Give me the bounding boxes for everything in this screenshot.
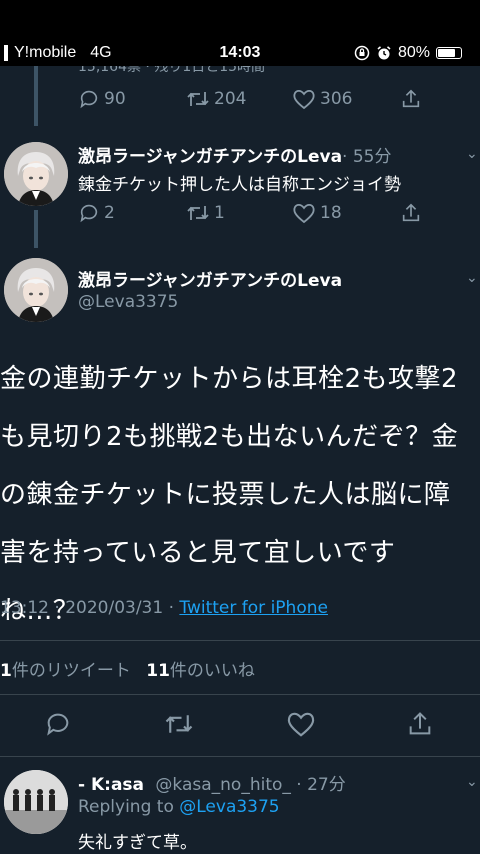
reply-count: 90 xyxy=(104,89,126,109)
likes-stat[interactable]: 11件のいいね xyxy=(146,661,255,681)
prev-tweet-actions: 90 204 306 xyxy=(78,88,478,112)
divider xyxy=(0,640,480,641)
reply-handle-time: @kasa_no_hito_ · 27分 xyxy=(155,775,346,795)
reply-author[interactable]: - K:asa @kasa_no_hito_ · 27分 xyxy=(78,770,346,795)
poll-summary: 15,164票 · 残り1日と15時間 xyxy=(78,66,266,74)
reply-icon xyxy=(47,713,69,736)
chevron-down-icon[interactable]: ⌄ xyxy=(466,270,478,286)
status-bar-content: Y!mobile 4G 14:03 80% xyxy=(0,44,480,66)
retweet-icon xyxy=(187,92,209,106)
retweet-count: 204 xyxy=(214,89,247,109)
retweet-button[interactable]: 1 xyxy=(186,202,225,224)
retweet-icon xyxy=(165,715,193,733)
share-button[interactable] xyxy=(406,710,434,738)
like-button[interactable]: 306 xyxy=(292,88,352,110)
avatar[interactable] xyxy=(4,258,68,322)
like-count: 306 xyxy=(320,89,353,109)
replying-to-label: Replying to xyxy=(78,797,180,817)
avatar[interactable] xyxy=(4,770,68,834)
retweets-stat[interactable]: 1件のリツイート xyxy=(0,661,131,681)
retweet-count: 1 xyxy=(214,203,225,223)
like-button[interactable] xyxy=(286,710,316,738)
reply-button[interactable] xyxy=(44,710,72,738)
retweet-button[interactable] xyxy=(164,710,194,738)
thread-line xyxy=(34,66,38,126)
share-icon xyxy=(402,89,420,108)
heart-icon xyxy=(287,712,315,737)
like-count: 18 xyxy=(320,203,342,223)
heart-icon xyxy=(293,203,315,224)
tweet-timestamp: 13:12 · 2020/03/31 · Twitter for iPhone xyxy=(0,598,328,618)
replying-to-link[interactable]: @Leva3375 xyxy=(179,797,279,817)
tweet-author[interactable]: 激昂ラージャンガチアンチのLeva· 55分 xyxy=(78,142,392,167)
middle-tweet-actions: 2 1 18 xyxy=(78,202,478,226)
heart-icon xyxy=(293,89,315,110)
reply-text: 失礼すぎて草。 xyxy=(78,833,197,853)
battery-icon xyxy=(436,47,462,59)
tweet-body: 金の連勤チケットからは耳栓2も攻撃2 も見切り2も挑戦2も出ないんだぞ？金 の錬… xyxy=(0,364,459,626)
alarm-icon xyxy=(377,46,391,60)
thread-line xyxy=(34,210,38,248)
like-button[interactable]: 18 xyxy=(292,202,342,224)
reply-button[interactable]: 90 xyxy=(78,88,126,110)
reply-count: 2 xyxy=(104,203,115,223)
share-icon xyxy=(402,203,420,222)
reply-button[interactable]: 2 xyxy=(78,202,115,224)
engagement-counts: 1件のリツイート 11件のいいね xyxy=(0,656,255,681)
share-icon xyxy=(409,712,431,735)
timestamp-text: 13:12 · 2020/03/31 · xyxy=(0,598,180,618)
avatar[interactable] xyxy=(4,142,68,206)
battery-percent: 80% xyxy=(397,44,430,61)
tweet-time: · 55分 xyxy=(342,147,392,167)
retweet-button[interactable]: 204 xyxy=(186,88,246,110)
share-button[interactable] xyxy=(400,202,422,224)
display-name: - K:asa xyxy=(78,775,145,795)
tweet-text: 錬金チケット押した人は自称エンジョイ勢 xyxy=(78,175,401,195)
divider xyxy=(0,694,480,695)
replying-to: Replying to @Leva3375 xyxy=(78,797,280,817)
share-button[interactable] xyxy=(400,88,422,110)
retweet-icon xyxy=(187,206,209,220)
display-name: 激昂ラージャンガチアンチのLeva xyxy=(78,147,343,167)
orientation-lock-icon xyxy=(354,45,370,61)
chevron-down-icon[interactable]: ⌄ xyxy=(466,146,478,162)
reply-icon xyxy=(80,204,98,223)
display-name[interactable]: 激昂ラージャンガチアンチのLeva xyxy=(78,266,342,291)
chevron-down-icon[interactable]: ⌄ xyxy=(466,774,478,790)
source-link[interactable]: Twitter for iPhone xyxy=(179,598,328,618)
divider xyxy=(0,756,480,757)
user-handle[interactable]: @Leva3375 xyxy=(78,292,178,312)
reply-icon xyxy=(80,90,98,109)
